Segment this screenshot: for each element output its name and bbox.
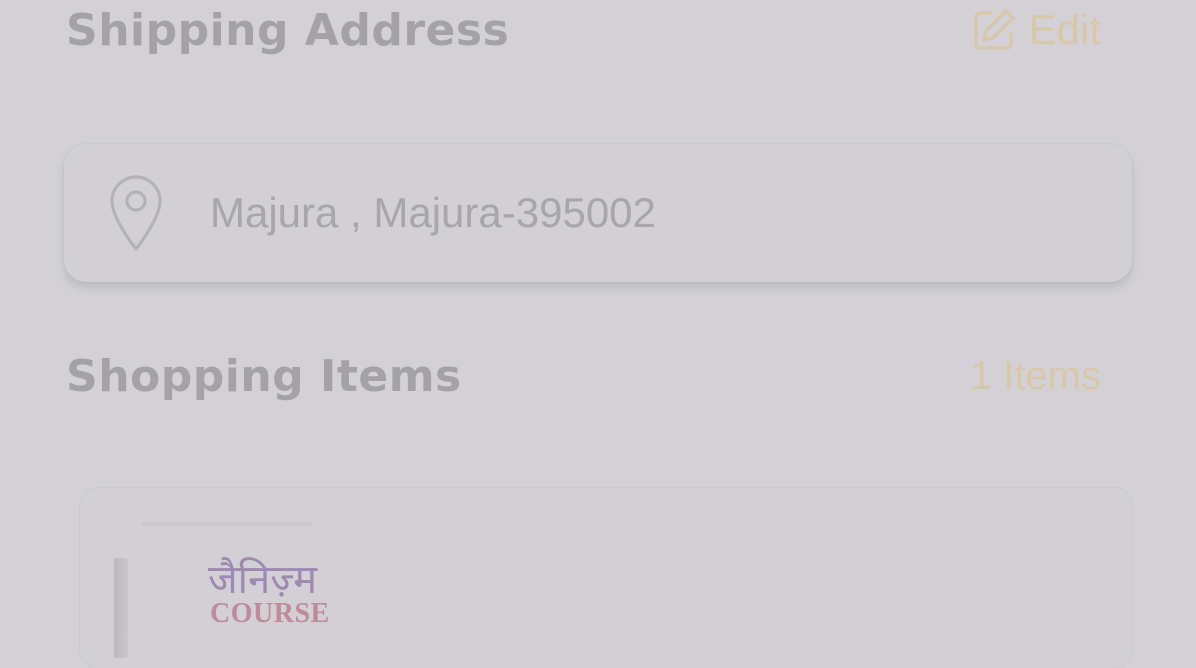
checkout-screen: Shipping Address Edit Majura , Majura-39… — [0, 0, 1196, 668]
items-count-badge: 1 Items — [969, 353, 1101, 398]
book-title-english: COURSE — [210, 598, 330, 629]
shopping-item-card[interactable]: जैनिज़्म COURSE — [80, 488, 1132, 668]
location-pin-icon — [108, 173, 164, 253]
edit-address-button[interactable]: Edit — [971, 6, 1101, 54]
thumbnail-top-edge — [142, 522, 312, 526]
shopping-items-title: Shopping Items — [66, 350, 462, 402]
product-thumbnail: जैनिज़्म COURSE — [108, 522, 348, 658]
edit-icon — [971, 7, 1017, 53]
address-card[interactable]: Majura , Majura-395002 — [64, 144, 1132, 282]
book-spine — [114, 558, 128, 658]
shipping-address-header: Shipping Address Edit — [66, 0, 1101, 60]
book-title-hindi: जैनिज़्म — [208, 557, 318, 603]
address-text: Majura , Majura-395002 — [210, 189, 656, 236]
shipping-address-title: Shipping Address — [66, 4, 510, 56]
shopping-items-header: Shopping Items 1 Items — [66, 346, 1101, 406]
edit-label: Edit — [1028, 6, 1101, 53]
